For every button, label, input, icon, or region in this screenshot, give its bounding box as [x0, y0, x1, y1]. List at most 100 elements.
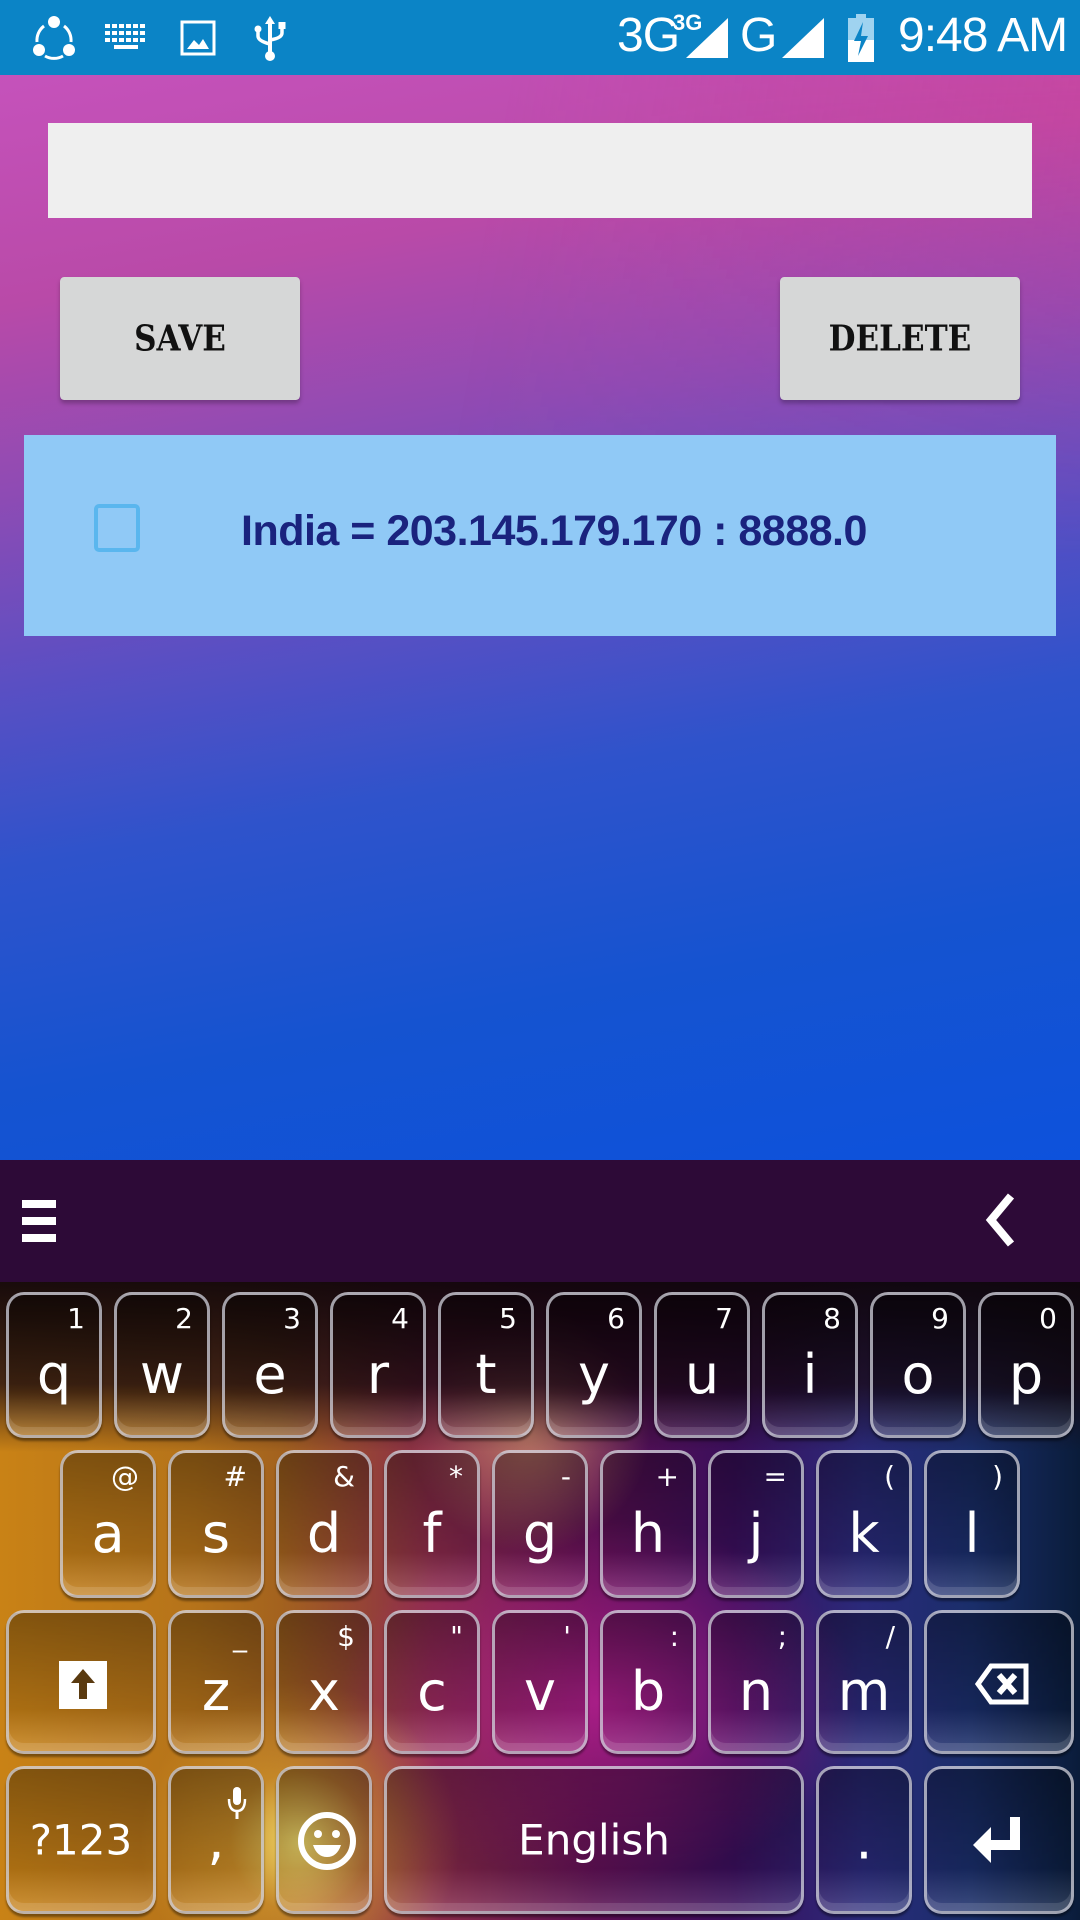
key-label: v [524, 1660, 556, 1724]
key-h[interactable]: + h [600, 1450, 696, 1598]
key-c[interactable]: " c [384, 1610, 480, 1754]
list-item[interactable]: India = 203.145.179.170 : 8888.0 [24, 435, 1056, 636]
app-content: SAVE DELETE India = 203.145.179.170 : 88… [0, 75, 1080, 1160]
key-label: s [201, 1501, 231, 1565]
soft-keyboard: ?123 , English . 1 q 2 w 3 e 4 r 5 t 6 y 7 u 8 i 9 o 0 p @ a #… [0, 1282, 1080, 1920]
key-label: n [738, 1660, 774, 1724]
key-label: x [308, 1660, 340, 1724]
key-z[interactable]: _ z [168, 1610, 264, 1754]
key-label: z [201, 1660, 231, 1724]
comma-key-label: , [207, 1808, 225, 1872]
image-icon [180, 20, 216, 56]
key-l[interactable]: ) l [924, 1450, 1020, 1598]
key-label: o [901, 1343, 935, 1407]
key-hint: $ [337, 1620, 355, 1653]
key-x[interactable]: $ x [276, 1610, 372, 1754]
symbols-key-label: ?123 [29, 1815, 133, 1865]
key-hint: 8 [823, 1302, 841, 1335]
keyboard-toolbar [0, 1160, 1080, 1282]
symbols-key[interactable]: ?123 [6, 1766, 156, 1914]
backspace-icon [975, 1663, 1029, 1705]
shift-arrow-icon [59, 1661, 107, 1709]
key-t[interactable]: 5t [438, 1292, 534, 1438]
battery-charging-icon [848, 14, 874, 62]
key-hint: + [655, 1460, 679, 1493]
enter-icon [973, 1817, 1020, 1863]
key-hint: 1 [67, 1302, 85, 1335]
network-type-2: G [740, 9, 777, 62]
shareit-icon [33, 16, 75, 60]
list-item-text: India = 203.145.179.170 : 8888.0 [241, 507, 867, 555]
key-hint: * [449, 1460, 463, 1493]
key-q[interactable]: 1q [6, 1292, 102, 1438]
key-hint: : [669, 1620, 679, 1653]
key-b[interactable]: :b [600, 1610, 696, 1754]
key-hint: 6 [607, 1302, 625, 1335]
space-key[interactable]: English [384, 1766, 804, 1914]
delete-button[interactable]: DELETE [780, 276, 1020, 401]
key-hint: 9 [931, 1302, 949, 1335]
key-j[interactable]: = j [708, 1450, 804, 1598]
key-i[interactable]: 8i [762, 1292, 858, 1438]
key-f[interactable]: * f [384, 1450, 480, 1598]
text-input[interactable] [48, 123, 1032, 218]
space-key-label: English [518, 1815, 670, 1865]
key-hint: " [450, 1620, 463, 1653]
key-u[interactable]: 7u [654, 1292, 750, 1438]
key-label: w [139, 1343, 185, 1407]
status-bar: 3G 3G G 9:48 AM [0, 0, 1080, 75]
key-label: p [1008, 1343, 1044, 1407]
key-label: e [253, 1343, 287, 1407]
key-y[interactable]: 6y [546, 1292, 642, 1438]
key-e[interactable]: 3e [222, 1292, 318, 1438]
key-label: d [306, 1501, 342, 1565]
clock: 9:48 AM [898, 9, 1068, 62]
key-hint: ) [992, 1460, 1003, 1493]
backspace-key[interactable] [924, 1610, 1074, 1754]
key-p[interactable]: 0p [978, 1292, 1074, 1438]
key-hint: 4 [391, 1302, 409, 1335]
key-hint: 3 [283, 1302, 301, 1335]
key-label: l [964, 1501, 980, 1565]
key-hint: / [885, 1620, 895, 1653]
key-g[interactable]: -g [492, 1450, 588, 1598]
key-label: j [748, 1501, 764, 1565]
key-w[interactable]: 2w [114, 1292, 210, 1438]
key-label: y [578, 1343, 610, 1407]
key-n[interactable]: ; n [708, 1610, 804, 1754]
key-a[interactable]: @ a [60, 1450, 156, 1598]
key-hint: ' [563, 1620, 571, 1653]
key-hint: 2 [175, 1302, 193, 1335]
key-label: b [630, 1660, 666, 1724]
list-item-checkbox[interactable] [94, 504, 140, 552]
period-key[interactable]: . [816, 1766, 912, 1914]
key-hint: ( [884, 1460, 895, 1493]
key-r[interactable]: 4r [330, 1292, 426, 1438]
key-k[interactable]: (k [816, 1450, 912, 1598]
key-hint: = [763, 1460, 787, 1493]
save-button[interactable]: SAVE [60, 276, 300, 401]
key-d[interactable]: & d [276, 1450, 372, 1598]
chevron-left-icon[interactable] [975, 1190, 1025, 1250]
key-hint: 5 [499, 1302, 517, 1335]
key-o[interactable]: 9o [870, 1292, 966, 1438]
keyboard-icon [105, 24, 145, 49]
key-hint: _ [233, 1620, 247, 1653]
network-type-1: 3G [617, 9, 680, 62]
key-label: m [837, 1660, 891, 1724]
comma-key[interactable]: , [168, 1766, 264, 1914]
key-label: h [630, 1501, 666, 1565]
menu-icon[interactable] [22, 1200, 56, 1244]
usb-icon [254, 16, 286, 61]
key-label: k [848, 1501, 880, 1565]
key-label: u [684, 1343, 720, 1407]
emoji-key[interactable] [276, 1766, 372, 1914]
key-hint: - [560, 1460, 571, 1493]
key-m[interactable]: / m [816, 1610, 912, 1754]
period-key-label: . [855, 1808, 873, 1872]
shift-key[interactable] [6, 1610, 156, 1754]
key-s[interactable]: # s [168, 1450, 264, 1598]
enter-key[interactable] [924, 1766, 1074, 1914]
microphone-icon [227, 1787, 247, 1819]
key-v[interactable]: ' v [492, 1610, 588, 1754]
